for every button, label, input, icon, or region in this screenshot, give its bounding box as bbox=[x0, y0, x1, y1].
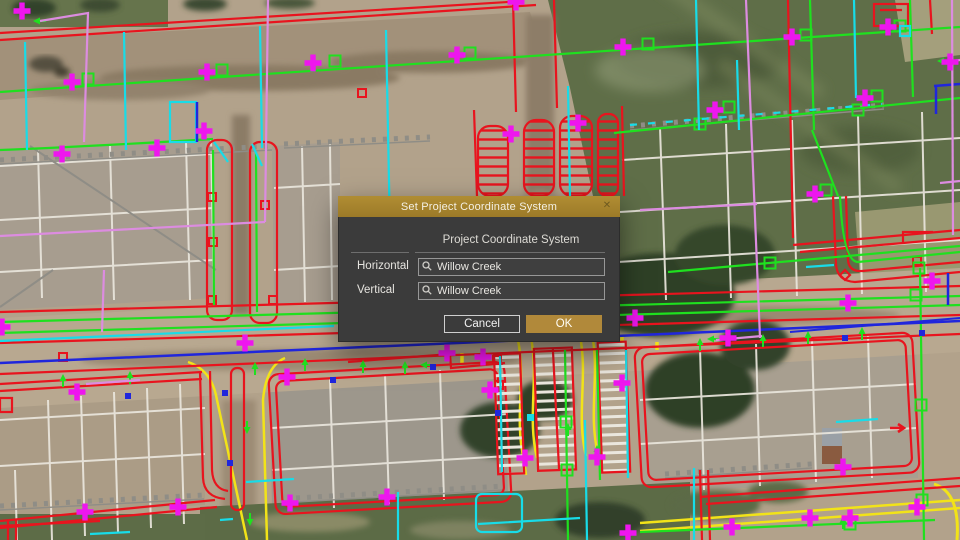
vertical-input[interactable] bbox=[418, 282, 605, 300]
set-project-coordinate-system-dialog: Set Project Coordinate System ✕ Project … bbox=[338, 196, 620, 342]
vertical-label: Vertical bbox=[357, 284, 395, 296]
close-icon[interactable]: ✕ bbox=[600, 199, 614, 213]
section-divider-left bbox=[351, 252, 409, 253]
application-window: Set Project Coordinate System ✕ Project … bbox=[0, 0, 960, 540]
dialog-titlebar[interactable]: Set Project Coordinate System ✕ bbox=[338, 196, 620, 217]
horizontal-label: Horizontal bbox=[357, 260, 409, 272]
vertical-field-wrap bbox=[418, 281, 605, 299]
ok-button[interactable]: OK bbox=[526, 315, 602, 333]
horizontal-field-wrap bbox=[418, 257, 605, 275]
section-title: Project Coordinate System bbox=[418, 234, 604, 246]
dialog-title: Set Project Coordinate System bbox=[401, 201, 557, 213]
horizontal-input[interactable] bbox=[418, 258, 605, 276]
cancel-button[interactable]: Cancel bbox=[444, 315, 520, 333]
section-divider-right bbox=[415, 252, 605, 253]
